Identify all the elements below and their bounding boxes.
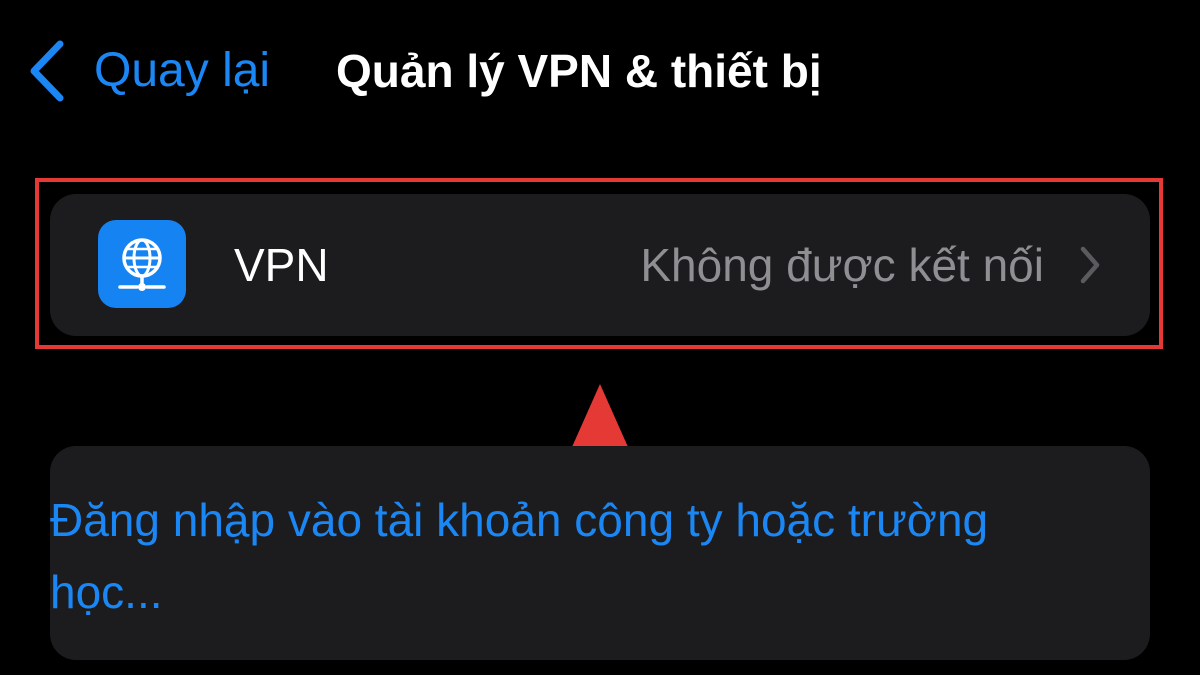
back-button-label: Quay lại <box>94 44 271 97</box>
navigation-bar: Quay lại Quản lý VPN & thiết bị <box>0 0 1200 150</box>
chevron-left-icon <box>30 40 64 102</box>
page-title: Quản lý VPN & thiết bị <box>336 45 822 97</box>
back-button[interactable]: Quay lại <box>24 36 270 106</box>
annotation-highlight-box <box>35 178 1163 349</box>
sign-in-work-school-account-link[interactable]: Đăng nhập vào tài khoản công ty hoặc trư… <box>50 484 1050 628</box>
